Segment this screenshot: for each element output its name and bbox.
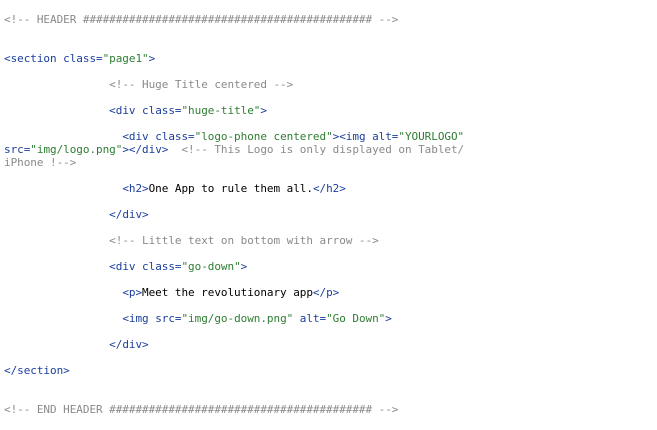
code-comment: iPhone !--> [4,156,77,169]
code-line-l1: <!-- HEADER ############################… [4,13,398,26]
code-attribute: alt= [372,130,399,143]
code-line-l9: </div> [4,208,149,221]
code-tag: > [148,52,156,65]
code-tag: </p> [312,286,340,299]
code-text: One App to rule them all. [148,182,313,195]
code-attribute: class= [142,104,182,117]
code-line-l8: <h2>One App to rule them all.</h2> [4,182,346,195]
code-tag: <div [109,260,143,273]
code-tag: ><img [332,130,373,143]
code-attribute-value: "img/logo.png" [30,143,123,156]
code-tag: <img [122,312,156,325]
code-comment: <!-- HEADER ############################… [4,13,399,26]
code-tag: <p> [122,286,143,299]
code-text: Meet the revolutionary app [142,286,313,299]
code-tag: </section> [4,364,70,377]
code-comment: <!-- END HEADER ########################… [4,403,399,416]
code-attribute-value: "Go Down" [326,312,386,325]
code-attribute: alt= [293,312,327,325]
code-tag: ></div> [122,143,169,156]
code-tag: <div [109,104,143,117]
code-attribute-value: "go-down" [181,260,241,273]
code-line-l16: <!-- END HEADER ########################… [4,403,398,416]
code-attribute-value: "img/go-down.png" [181,312,294,325]
code-tag: <section [4,52,64,65]
code-attribute: src= [155,312,182,325]
code-comment: <!-- Little text on bottom with arrow --… [109,234,379,247]
code-line-l15: </section> [4,364,70,377]
code-comment: <!-- Huge Title centered --> [109,78,294,91]
code-attribute-value: "logo-phone centered" [194,130,333,143]
code-line-l14: </div> [4,338,149,351]
code-comment: <!-- This Logo is only displayed on Tabl… [168,143,465,156]
code-line-l12: <p>Meet the revolutionary app</p> [4,286,339,299]
code-attribute: class= [63,52,103,65]
code-tag: > [240,260,248,273]
code-line-l6: src="img/logo.png"></div> <!-- This Logo… [4,143,464,156]
code-editor[interactable]: <!-- HEADER ############################… [0,0,657,430]
code-line-l7: iPhone !--> [4,156,76,169]
code-tag: </div> [109,208,149,221]
code-tag: <div [122,130,156,143]
code-attribute: class= [155,130,195,143]
code-line-l4: <div class="huge-title"> [4,104,267,117]
code-line-l11: <div class="go-down"> [4,260,247,273]
code-line-l13: <img src="img/go-down.png" alt="Go Down"… [4,312,392,325]
code-attribute-value: "huge-title" [181,104,261,117]
code-line-l2: <section class="page1"> [4,52,155,65]
code-tag: > [385,312,392,325]
code-tag: </h2> [312,182,346,195]
code-line-l10: <!-- Little text on bottom with arrow --… [4,234,379,247]
code-attribute-value: "YOURLOGO" [398,130,465,143]
code-tag: </div> [109,338,149,351]
code-tag: <h2> [122,182,149,195]
code-tag: > [260,104,267,117]
code-attribute: src= [4,143,31,156]
code-line-l5: <div class="logo-phone centered"><img al… [4,130,464,143]
code-line-l3: <!-- Huge Title centered --> [4,78,293,91]
code-attribute: class= [142,260,182,273]
code-attribute-value: "page1" [102,52,149,65]
